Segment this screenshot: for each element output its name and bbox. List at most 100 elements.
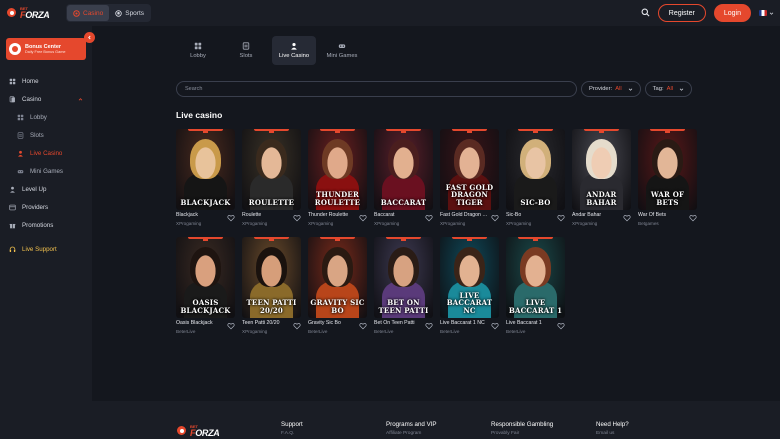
game-thumbnail[interactable]: Teen Patti 20/20 [242,237,301,318]
game-card[interactable]: Gravity Sic Bo Gravity Sic Bo BeterLive [308,237,367,338]
casino-chip-icon [73,9,80,17]
favorite-heart-icon[interactable] [227,322,235,330]
game-title[interactable]: Live Baccarat 1 NC [440,320,488,326]
game-card[interactable]: Live Baccarat NC Live Baccarat 1 NC BeterL… [440,237,499,338]
provider-filter[interactable]: Provider: All [581,81,641,97]
game-card[interactable]: Oasis Blackjack Oasis Blackjack BeterLive [176,237,235,338]
game-meta: Live Baccarat 1 BeterLive [506,320,565,338]
sidebar-item-providers[interactable]: Providers [0,198,92,216]
sidebar-item-level-up[interactable]: Level Up [0,180,92,198]
game-card[interactable]: Thunder Roulette Thunder Roulette XProgami… [308,129,367,230]
sidebar-item-live-casino[interactable]: Live Casino [0,144,92,162]
game-thumbnail[interactable]: War Of Bets [638,129,697,210]
game-title[interactable]: War Of Bets [638,212,686,218]
game-title[interactable]: Gravity Sic Bo [308,320,356,326]
tab-lobby[interactable]: Lobby [176,36,220,65]
mode-sports-button[interactable]: Sports [109,5,150,21]
language-selector[interactable] [759,10,774,16]
game-card[interactable]: Andar Bahar Andar Bahar XProgaming [572,129,631,230]
game-thumbnail[interactable]: Live Baccarat 1 [506,237,565,318]
grid-icon [17,114,24,120]
game-thumbnail[interactable]: Blackjack [176,129,235,210]
game-card[interactable]: Bet On Teen Patti Bet On Teen Patti BeterL… [374,237,433,338]
search-input[interactable]: Search [176,81,577,97]
gift-icon [9,223,16,228]
favorite-heart-icon[interactable] [359,322,367,330]
game-thumbnail[interactable]: Baccarat [374,129,433,210]
game-card[interactable]: Baccarat Baccarat XProgaming [374,129,433,230]
footer-logo[interactable]: BET FORZA [176,421,230,439]
footer-link[interactable]: Affiliate Program [386,431,437,436]
thumbnail-notch [518,237,553,241]
game-title[interactable]: Oasis Blackjack [176,320,224,326]
game-thumbnail[interactable]: Roulette [242,129,301,210]
tab-slots[interactable]: Slots [224,36,268,65]
tab-mini-games[interactable]: Mini Games [320,36,364,65]
footer-link[interactable]: Email us [596,431,629,436]
brand-mark-icon [176,424,188,438]
favorite-heart-icon[interactable] [557,214,565,222]
game-card[interactable]: Live Baccarat 1 Live Baccarat 1 BeterLive [506,237,565,338]
game-thumbnail[interactable]: Fast Gold Dragon Tiger [440,129,499,210]
favorite-heart-icon[interactable] [359,214,367,222]
game-title[interactable]: Bet On Teen Patti [374,320,422,326]
game-title[interactable]: Thunder Roulette [308,212,356,218]
game-title[interactable]: Teen Patti 20/20 [242,320,290,326]
footer-link[interactable]: Provably Fair [491,431,553,436]
thumbnail-notch [386,237,421,241]
bonus-center-banner[interactable]: Bonus Center Daily Free Bonus Game [6,32,95,60]
game-meta: Gravity Sic Bo BeterLive [308,320,367,338]
favorite-heart-icon[interactable] [293,214,301,222]
tab-live-casino[interactable]: Live Casino [272,36,316,65]
tag-filter[interactable]: Tag: All [644,81,693,97]
favorite-heart-icon[interactable] [689,214,697,222]
sidebar-item-mini-games[interactable]: Mini Games [0,162,92,180]
favorite-heart-icon[interactable] [491,214,499,222]
grid-icon [194,42,202,50]
favorite-heart-icon[interactable] [425,322,433,330]
sidebar-item-lobby[interactable]: Lobby [0,108,92,126]
game-thumbnail[interactable]: Bet On Teen Patti [374,237,433,318]
sidebar-item-casino[interactable]: Casino [0,90,92,108]
favorite-heart-icon[interactable] [491,322,499,330]
game-thumbnail[interactable]: Oasis Blackjack [176,237,235,318]
game-card[interactable]: Blackjack Blackjack XProgaming [176,129,235,230]
game-thumbnail[interactable]: Andar Bahar [572,129,631,210]
brand-logo[interactable]: BET FORZA [6,3,60,23]
game-title[interactable]: Live Baccarat 1 [506,320,554,326]
game-title[interactable]: Blackjack [176,212,224,218]
game-title[interactable]: Sic-Bo [506,212,554,218]
game-title[interactable]: Baccarat [374,212,422,218]
favorite-heart-icon[interactable] [425,214,433,222]
favorite-heart-icon[interactable] [293,322,301,330]
sidebar-item-home[interactable]: Home [0,72,92,90]
sidebar-item-live-support[interactable]: Live Support [0,240,92,258]
top-header: BET FORZA Casino Sports Register Login [0,0,780,26]
register-button[interactable]: Register [657,4,706,22]
game-card[interactable]: Teen Patti 20/20 Teen Patti 20/20 XProgami… [242,237,301,338]
game-card[interactable]: Fast Gold Dragon Tiger Fast Gold Dragon T… [440,129,499,230]
favorite-heart-icon[interactable] [227,214,235,222]
login-button[interactable]: Login [713,4,751,22]
game-thumbnail[interactable]: Gravity Sic Bo [308,237,367,318]
game-title[interactable]: Fast Gold Dragon Tiger [440,212,488,218]
sidebar-item-label: Casino [22,95,42,103]
game-thumbnail[interactable]: Thunder Roulette [308,129,367,210]
favorite-heart-icon[interactable] [623,214,631,222]
game-thumbnail[interactable]: Live Baccarat NC [440,237,499,318]
mode-casino-button[interactable]: Casino [67,5,110,21]
game-card[interactable]: Roulette Roulette XProgaming [242,129,301,230]
header-search-button[interactable] [641,4,650,22]
game-card[interactable]: Sic-Bo Sic-Bo XProgaming [506,129,565,230]
sidebar-item-promotions[interactable]: Promotions [0,216,92,234]
dealer-face [388,247,419,287]
game-meta: Sic-Bo XProgaming [506,212,565,230]
sidebar-item-slots[interactable]: Slots [0,126,92,144]
game-title[interactable]: Andar Bahar [572,212,620,218]
game-title[interactable]: Roulette [242,212,290,218]
favorite-heart-icon[interactable] [557,322,565,330]
footer-link[interactable]: F.A.Q. [281,431,303,436]
game-card[interactable]: War Of Bets War Of Bets Betgames [638,129,697,230]
dealer-face [190,247,221,287]
game-thumbnail[interactable]: Sic-Bo [506,129,565,210]
